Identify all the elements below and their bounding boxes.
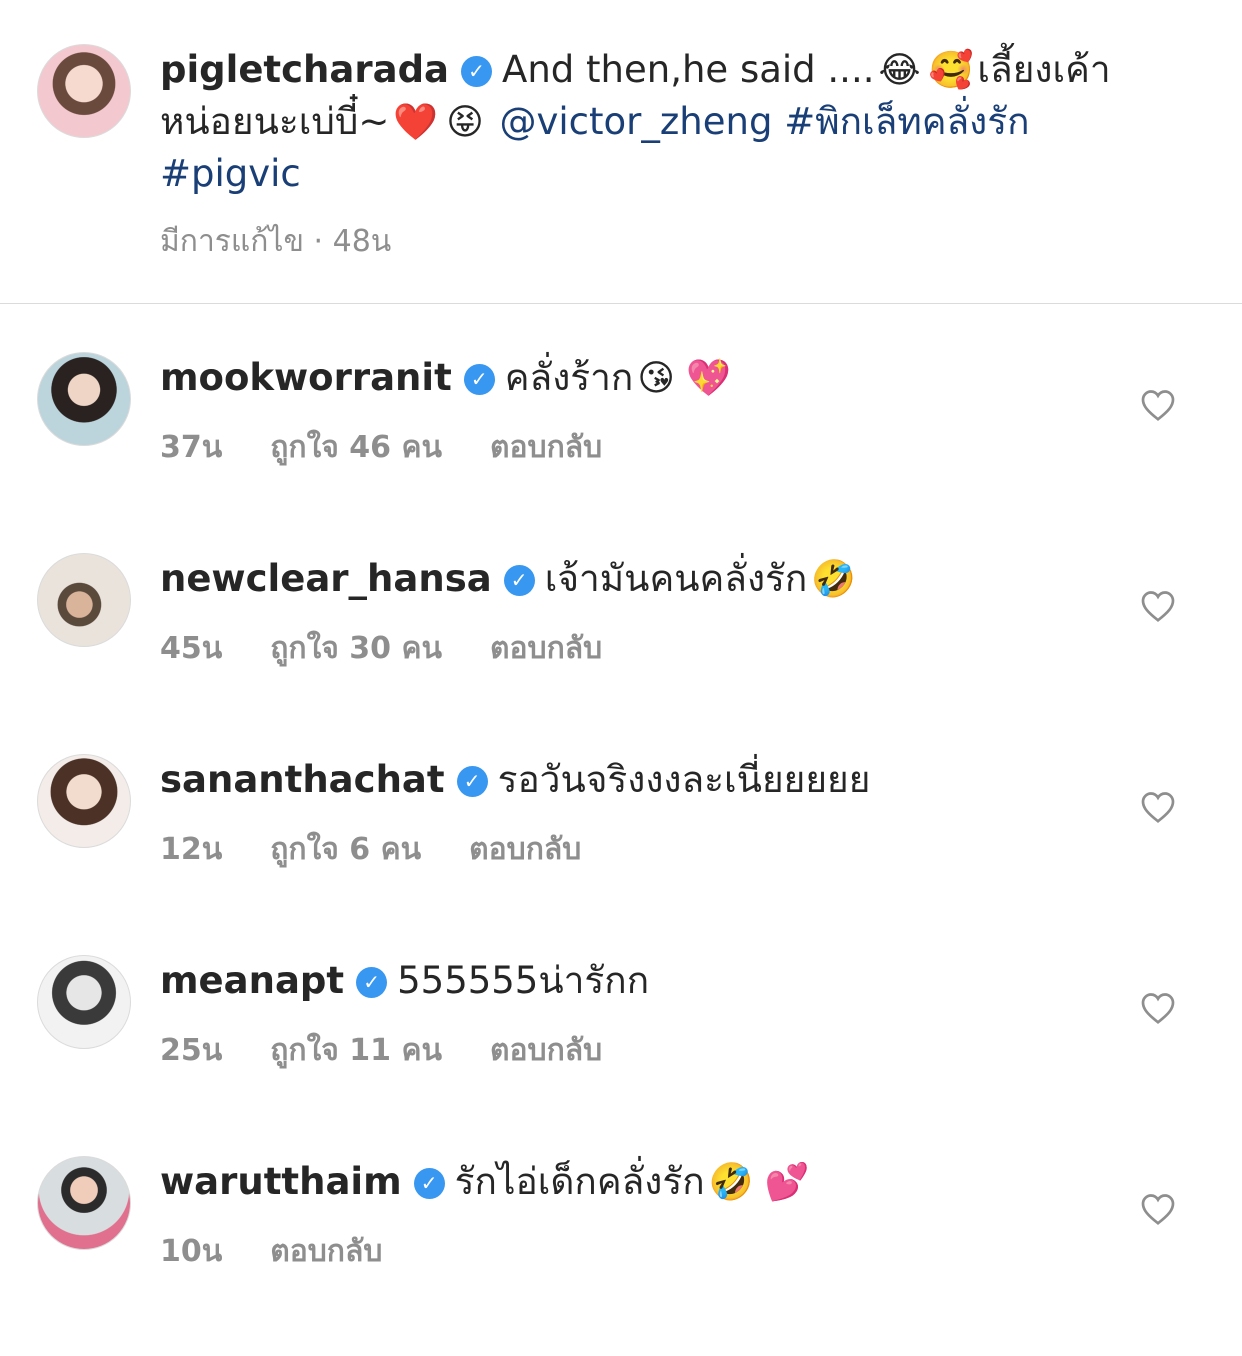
comment-likes[interactable]: ถูกใจ 46 คน [270, 430, 442, 465]
hashtag-link-2[interactable]: #pigvic [160, 152, 301, 195]
verified-badge-icon: ✓ [503, 565, 535, 596]
comment-avatar[interactable] [37, 1156, 131, 1250]
comment-avatar[interactable] [37, 352, 131, 446]
comment-text: 555555น่ารักก [397, 959, 650, 1002]
heart-outline-icon[interactable] [1140, 589, 1176, 623]
caption-text-1: And then,he said .... [502, 48, 875, 91]
verified-badge-icon: ✓ [463, 364, 495, 395]
comment-likes[interactable]: ถูกใจ 30 คน [270, 631, 442, 666]
comment-meta: 37น ถูกใจ 46 คน ตอบกลับ [160, 424, 650, 471]
comment-username[interactable]: warutthaim [160, 1160, 402, 1203]
comment-likes[interactable]: ถูกใจ 11 คน [270, 1033, 442, 1068]
comment-item: warutthaim ✓ รักไอ่เด็กคลั่งรัก 🤣 💕 10น ตอบก… [0, 1156, 1242, 1356]
caption-avatar[interactable] [37, 44, 131, 138]
reply-button[interactable]: ตอบกลับ [469, 832, 581, 867]
comment-time: 10น [160, 1234, 223, 1269]
comment-item: mookworranit ✓ คลั่งร้าก 😘 💖 37น ถูกใจ 46 คน… [0, 352, 1242, 552]
heart-outline-icon[interactable] [1140, 991, 1176, 1025]
caption-emoji-3: ❤️ [393, 102, 439, 143]
caption-emoji-1: 😂 [878, 50, 921, 91]
reply-button[interactable]: ตอบกลับ [490, 430, 602, 465]
divider [0, 303, 1242, 304]
comment-avatar[interactable] [37, 553, 131, 647]
reply-button[interactable]: ตอบกลับ [490, 631, 602, 666]
caption-meta: มีการแก้ไข · 48น [160, 224, 392, 259]
caption-username[interactable]: pigletcharada [160, 48, 449, 91]
heart-outline-icon[interactable] [1140, 388, 1176, 422]
caption-emoji-4: 😝 [446, 102, 484, 143]
comment-item: meanapt ✓ 555555น่ารักก 25น ถูกใจ 11 คน ตอบก… [0, 955, 1242, 1155]
comment-meta: 10น ตอบกลับ [160, 1228, 430, 1275]
comment-meta: 12น ถูกใจ 6 คน ตอบกลับ [160, 826, 629, 873]
comment-body: warutthaim ✓ รักไอ่เด็กคลั่งรัก 🤣 💕 [160, 1156, 814, 1209]
comment-time: 12น [160, 832, 223, 867]
comment-username[interactable]: mookworranit [160, 356, 452, 399]
comment-username[interactable]: newclear_hansa [160, 557, 492, 600]
comment-meta: 25น ถูกใจ 11 คน ตอบกลับ [160, 1027, 650, 1074]
comment-emojis: 🤣 💕 [708, 1162, 810, 1203]
comment-meta: 45น ถูกใจ 30 คน ตอบกลับ [160, 625, 650, 672]
comment-body: sananthachat ✓ รอวันจริงงงละเนี่ยยยยย [160, 754, 870, 806]
reply-button[interactable]: ตอบกลับ [270, 1234, 382, 1269]
comment-body: meanapt ✓ 555555น่ารักก [160, 955, 649, 1007]
hashtag-link-1[interactable]: #พิกเล็ทคลั่งรัก [784, 100, 1029, 143]
comment-body: newclear_hansa ✓ เจ้ามันคนคลั่งรัก 🤣 [160, 553, 860, 606]
verified-badge-icon: ✓ [461, 56, 493, 87]
comment-text: รักไอ่เด็กคลั่งรัก [454, 1160, 705, 1203]
comment-item: sananthachat ✓ รอวันจริงงงละเนี่ยยยยย 12น ถ… [0, 754, 1242, 954]
mention-link[interactable]: @victor_zheng [500, 100, 773, 143]
comment-likes[interactable]: ถูกใจ 6 คน [270, 832, 421, 867]
comment-item: newclear_hansa ✓ เจ้ามันคนคลั่งรัก 🤣 45น ถูก… [0, 553, 1242, 753]
comment-text: คลั่งร้าก [504, 356, 634, 399]
comment-text: เจ้ามันคนคลั่งรัก [544, 557, 808, 600]
verified-badge-icon: ✓ [456, 766, 488, 797]
comment-emojis: 😘 💖 [637, 358, 732, 399]
heart-outline-icon[interactable] [1140, 1192, 1176, 1226]
caption: pigletcharada ✓ And then,he said .... 😂 🥰 เลี… [160, 44, 1150, 199]
comment-body: mookworranit ✓ คลั่งร้าก 😘 💖 [160, 352, 735, 405]
comment-time: 25น [160, 1033, 223, 1068]
comment-username[interactable]: sananthachat [160, 758, 445, 801]
reply-button[interactable]: ตอบกลับ [490, 1033, 602, 1068]
comment-time: 45น [160, 631, 223, 666]
caption-emoji-2: 🥰 [928, 50, 974, 91]
comment-text: รอวันจริงงงละเนี่ยยยยย [497, 758, 871, 801]
comment-emojis: 🤣 [811, 559, 857, 600]
verified-badge-icon: ✓ [356, 967, 388, 998]
comment-avatar[interactable] [37, 754, 131, 848]
comment-username[interactable]: meanapt [160, 959, 344, 1002]
comment-avatar[interactable] [37, 955, 131, 1049]
verified-badge-icon: ✓ [413, 1168, 445, 1199]
heart-outline-icon[interactable] [1140, 790, 1176, 824]
comment-time: 37น [160, 430, 223, 465]
